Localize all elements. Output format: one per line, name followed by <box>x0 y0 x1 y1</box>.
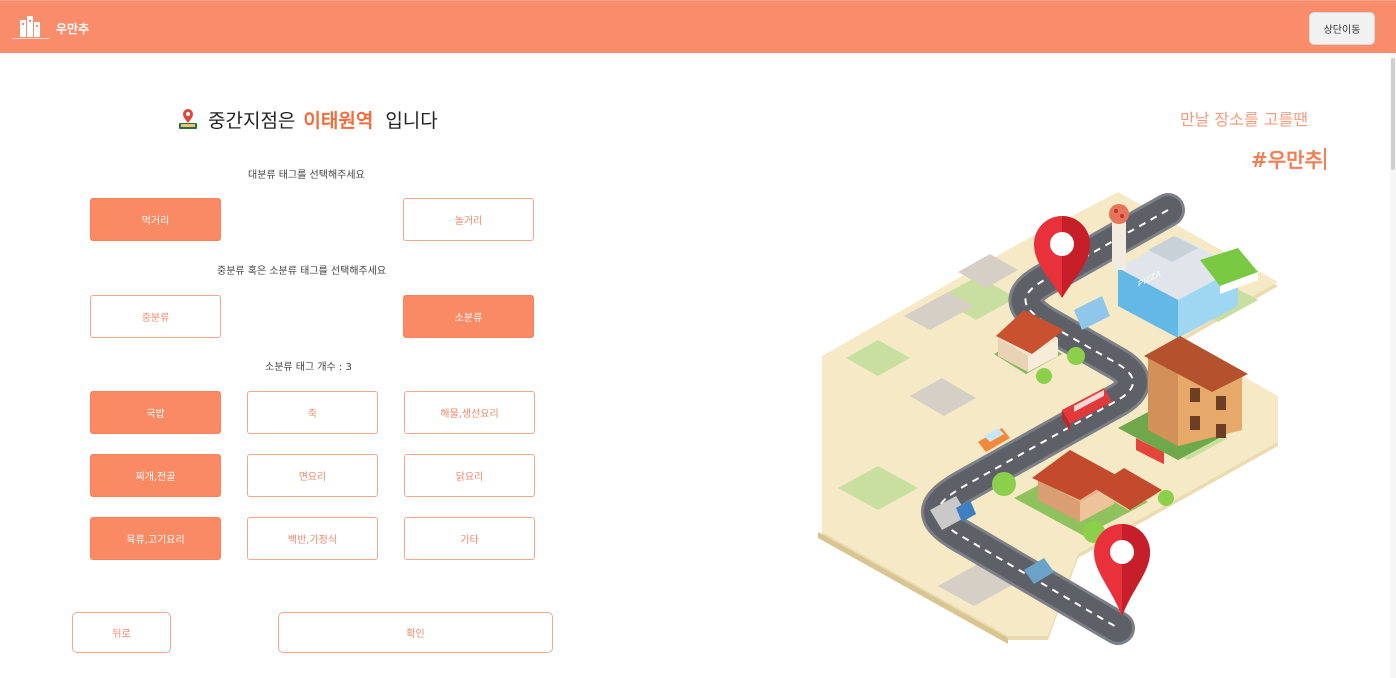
major-food-button[interactable]: 먹거리 <box>90 198 221 241</box>
sub-tag-count: 소분류 태그 개수 : 3 <box>265 362 352 373</box>
level-prompt: 중분류 혹은 소분류 태그를 선택해주세요 <box>217 266 387 277</box>
scrollbar-thumb[interactable] <box>1391 58 1395 170</box>
level-middle-button[interactable]: 중분류 <box>90 295 221 338</box>
top-header: 우만추 상단이동 <box>0 0 1396 53</box>
tag-noodle-button[interactable]: 면요리 <box>247 454 378 497</box>
major-category-prompt: 대분류 태그를 선택해주세요 <box>248 170 365 181</box>
headline-suffix: 입니다 <box>385 109 438 132</box>
slogan-line1: 만날 장소를 고를땐 <box>1180 110 1308 129</box>
app-title[interactable]: 우만추 <box>56 20 89 37</box>
tag-meat-button[interactable]: 육류,고기요리 <box>90 517 221 560</box>
tag-chicken-button[interactable]: 닭요리 <box>404 454 535 497</box>
station-name: 이태원역 <box>303 109 374 132</box>
tag-porridge-button[interactable]: 죽 <box>247 391 378 434</box>
slogan-line2: #우만추 <box>1251 144 1326 173</box>
headline-prefix: 중간지점은 <box>208 109 296 132</box>
back-button[interactable]: 뒤로 <box>72 612 171 653</box>
tag-etc-button[interactable]: 기타 <box>404 517 535 560</box>
tag-gukbap-button[interactable]: 국밥 <box>90 391 221 434</box>
logo-icon[interactable] <box>12 14 50 40</box>
scroll-top-button[interactable]: 상단이동 <box>1309 12 1375 45</box>
tag-stew-button[interactable]: 찌개,전골 <box>90 454 221 497</box>
text-cursor <box>1323 148 1326 170</box>
slogan-hashtag: #우만추 <box>1251 148 1323 172</box>
major-play-button[interactable]: 놀거리 <box>403 198 534 241</box>
confirm-button[interactable]: 확인 <box>278 612 553 653</box>
level-sub-button[interactable]: 소분류 <box>403 295 534 338</box>
page-scrollbar[interactable] <box>1390 54 1396 678</box>
map-pin-icon <box>179 109 197 129</box>
midpoint-headline: 중간지점은 이태원역 입니다 <box>178 106 438 132</box>
tag-homemeal-button[interactable]: 백반,가정식 <box>247 517 378 560</box>
city-map-illustration: PIZZA <box>818 192 1278 645</box>
tag-seafood-button[interactable]: 해물,생선요리 <box>404 391 535 434</box>
